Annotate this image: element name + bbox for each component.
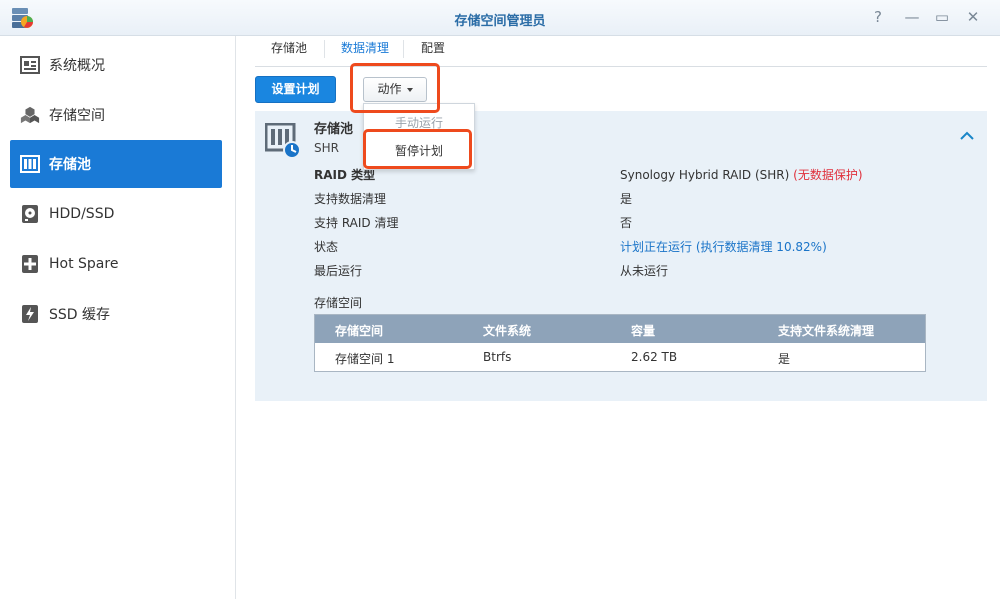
cell-volume: 存储空间 1 [335,352,395,366]
tab-settings[interactable]: 配置 [413,36,453,67]
column-header-capacity: 容量 [631,324,656,338]
hard-disk-icon [20,204,40,224]
sidebar-item-label: HDD/SSD [49,206,115,222]
table-header: 存储空间 文件系统 容量 支持文件系统清理 [315,315,925,343]
column-header-fs-scrubbing: 支持文件系统清理 [778,324,875,338]
cell-capacity: 2.62 TB [631,350,678,364]
sidebar-item-label: SSD 缓存 [49,307,111,323]
sidebar-item-label: Hot Spare [49,256,119,272]
help-icon[interactable]: ? [870,9,886,25]
close-icon[interactable]: ✕ [965,9,981,25]
caret-down-icon [406,87,413,92]
status-value: 计划正在运行 (执行数据清理 10.82%) [620,240,827,254]
last-run-label: 最后运行 [314,264,363,278]
storage-pool-icon [20,154,40,174]
tab-bar: 存储池 数据清理 配置 [255,36,987,67]
sidebar-item-hdd-ssd[interactable]: HDD/SSD [10,190,222,238]
volume-section-label: 存储空间 [314,296,363,310]
tab-divider [403,40,404,58]
sidebar-item-label: 存储空间 [49,108,105,124]
overview-card-icon [20,55,40,75]
sidebar-item-label: 系统概况 [49,58,105,74]
cell-file-system: Btrfs [483,350,512,364]
sidebar-item-volume[interactable]: 存储空间 [10,91,222,139]
maximize-icon[interactable]: ▭ [934,9,950,25]
title-bar: 存储空间管理员 ? — ▭ ✕ [0,0,1000,36]
action-dropdown-menu: 手动运行 暂停计划 [363,103,475,170]
status-label: 状态 [314,240,339,254]
pool-type: SHR [314,141,339,155]
lightning-box-icon [20,304,40,324]
tab-storage-pool[interactable]: 存储池 [261,36,317,67]
raid-type-value: Synology Hybrid RAID (SHR) (无数据保护) [620,166,863,183]
sidebar-item-hot-spare[interactable]: Hot Spare [10,240,222,288]
raid-type-text: Synology Hybrid RAID (SHR) [620,168,790,182]
cell-fs-scrubbing: 是 [778,352,791,366]
data-scrubbing-support-value: 是 [620,192,633,206]
last-run-value: 从未运行 [620,264,669,278]
pool-name: 存储池 [314,122,354,137]
action-button-label: 动作 [377,82,402,96]
sidebar-item-label: 存储池 [49,157,91,173]
tab-data-scrubbing[interactable]: 数据清理 [335,36,395,67]
sidebar-item-overview[interactable]: 系统概况 [10,41,222,89]
sidebar-item-storage-pool[interactable]: 存储池 [10,140,222,188]
column-header-file-system: 文件系统 [483,324,532,338]
raid-scrubbing-support-value: 否 [620,216,633,230]
action-dropdown-button[interactable]: 动作 [363,77,427,102]
volume-table: 存储空间 文件系统 容量 支持文件系统清理 存储空间 1 Btrfs 2.62 … [314,314,926,372]
no-data-protection-warning: (无数据保护) [793,168,863,182]
column-header-volume: 存储空间 [335,324,384,338]
window-title: 存储空间管理员 [454,14,546,29]
chevron-up-icon[interactable] [958,129,976,143]
set-schedule-button[interactable]: 设置计划 [255,76,336,103]
plus-box-icon [20,254,40,274]
sidebar: 系统概况 存储空间 存储池 HDD/SSD Hot Spare SSD 缓存 [0,36,236,599]
minimize-icon[interactable]: — [904,9,920,25]
storage-pool-schedule-icon [265,123,301,159]
menu-item-pause-schedule[interactable]: 暂停计划 [364,142,474,159]
raid-scrubbing-support-label: 支持 RAID 清理 [314,216,399,230]
menu-item-run-manually[interactable]: 手动运行 [364,114,474,131]
tab-divider [324,40,325,58]
data-scrubbing-support-label: 支持数据清理 [314,192,387,206]
sidebar-item-ssd-cache[interactable]: SSD 缓存 [10,290,222,338]
cubes-icon [20,105,40,125]
